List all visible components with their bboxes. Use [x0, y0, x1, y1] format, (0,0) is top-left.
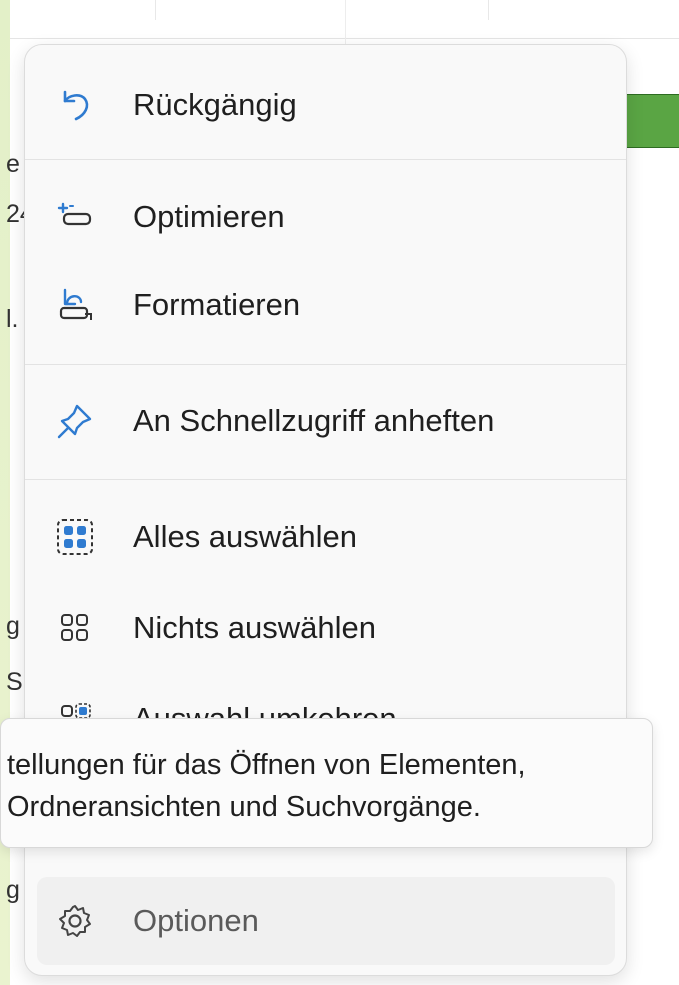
menu-item-format[interactable]: Formatieren	[25, 275, 626, 335]
menu-item-label: Optionen	[133, 903, 259, 938]
menu-item-select-all[interactable]: Alles auswählen	[25, 507, 626, 567]
undo-icon	[55, 85, 95, 125]
menu-item-pin-quick-access[interactable]: An Schnellzugriff anheften	[25, 391, 626, 451]
background-text: l.	[6, 305, 19, 333]
optimize-icon	[55, 197, 95, 237]
background-text: e	[6, 150, 20, 178]
menu-item-optimize[interactable]: Optimieren	[25, 187, 626, 247]
header-divider	[155, 0, 156, 20]
menu-item-label: Formatieren	[133, 287, 301, 322]
select-none-icon	[55, 608, 95, 648]
tooltip: tellungen für das Öffnen von Elementen, …	[0, 718, 653, 848]
menu-item-label: An Schnellzugriff anheften	[133, 403, 495, 438]
background-text: S	[6, 668, 23, 696]
menu-separator	[25, 479, 626, 480]
menu-separator	[25, 364, 626, 365]
tooltip-line: tellungen für das Öffnen von Elementen,	[7, 749, 526, 781]
select-all-icon	[55, 517, 95, 557]
menu-item-options[interactable]: Optionen	[25, 891, 626, 951]
green-cell-fill	[620, 94, 679, 148]
header-divider	[488, 0, 489, 20]
menu-item-label: Nichts auswählen	[133, 610, 376, 645]
background-text: 24	[6, 200, 26, 228]
menu-item-undo[interactable]: Rückgängig	[25, 75, 626, 135]
menu-item-label: Rückgängig	[133, 87, 297, 122]
menu-separator	[25, 159, 626, 160]
pin-icon	[55, 401, 95, 441]
menu-item-label: Alles auswählen	[133, 519, 358, 554]
column-divider	[345, 0, 346, 48]
background-text: g	[6, 876, 20, 904]
format-icon	[55, 285, 95, 325]
background-text: g	[6, 612, 20, 640]
menu-item-select-none[interactable]: Nichts auswählen	[25, 598, 626, 658]
menu-item-label: Optimieren	[133, 199, 285, 234]
tooltip-line: Ordneransichten und Suchvorgänge.	[7, 791, 481, 823]
gear-icon	[55, 901, 95, 941]
